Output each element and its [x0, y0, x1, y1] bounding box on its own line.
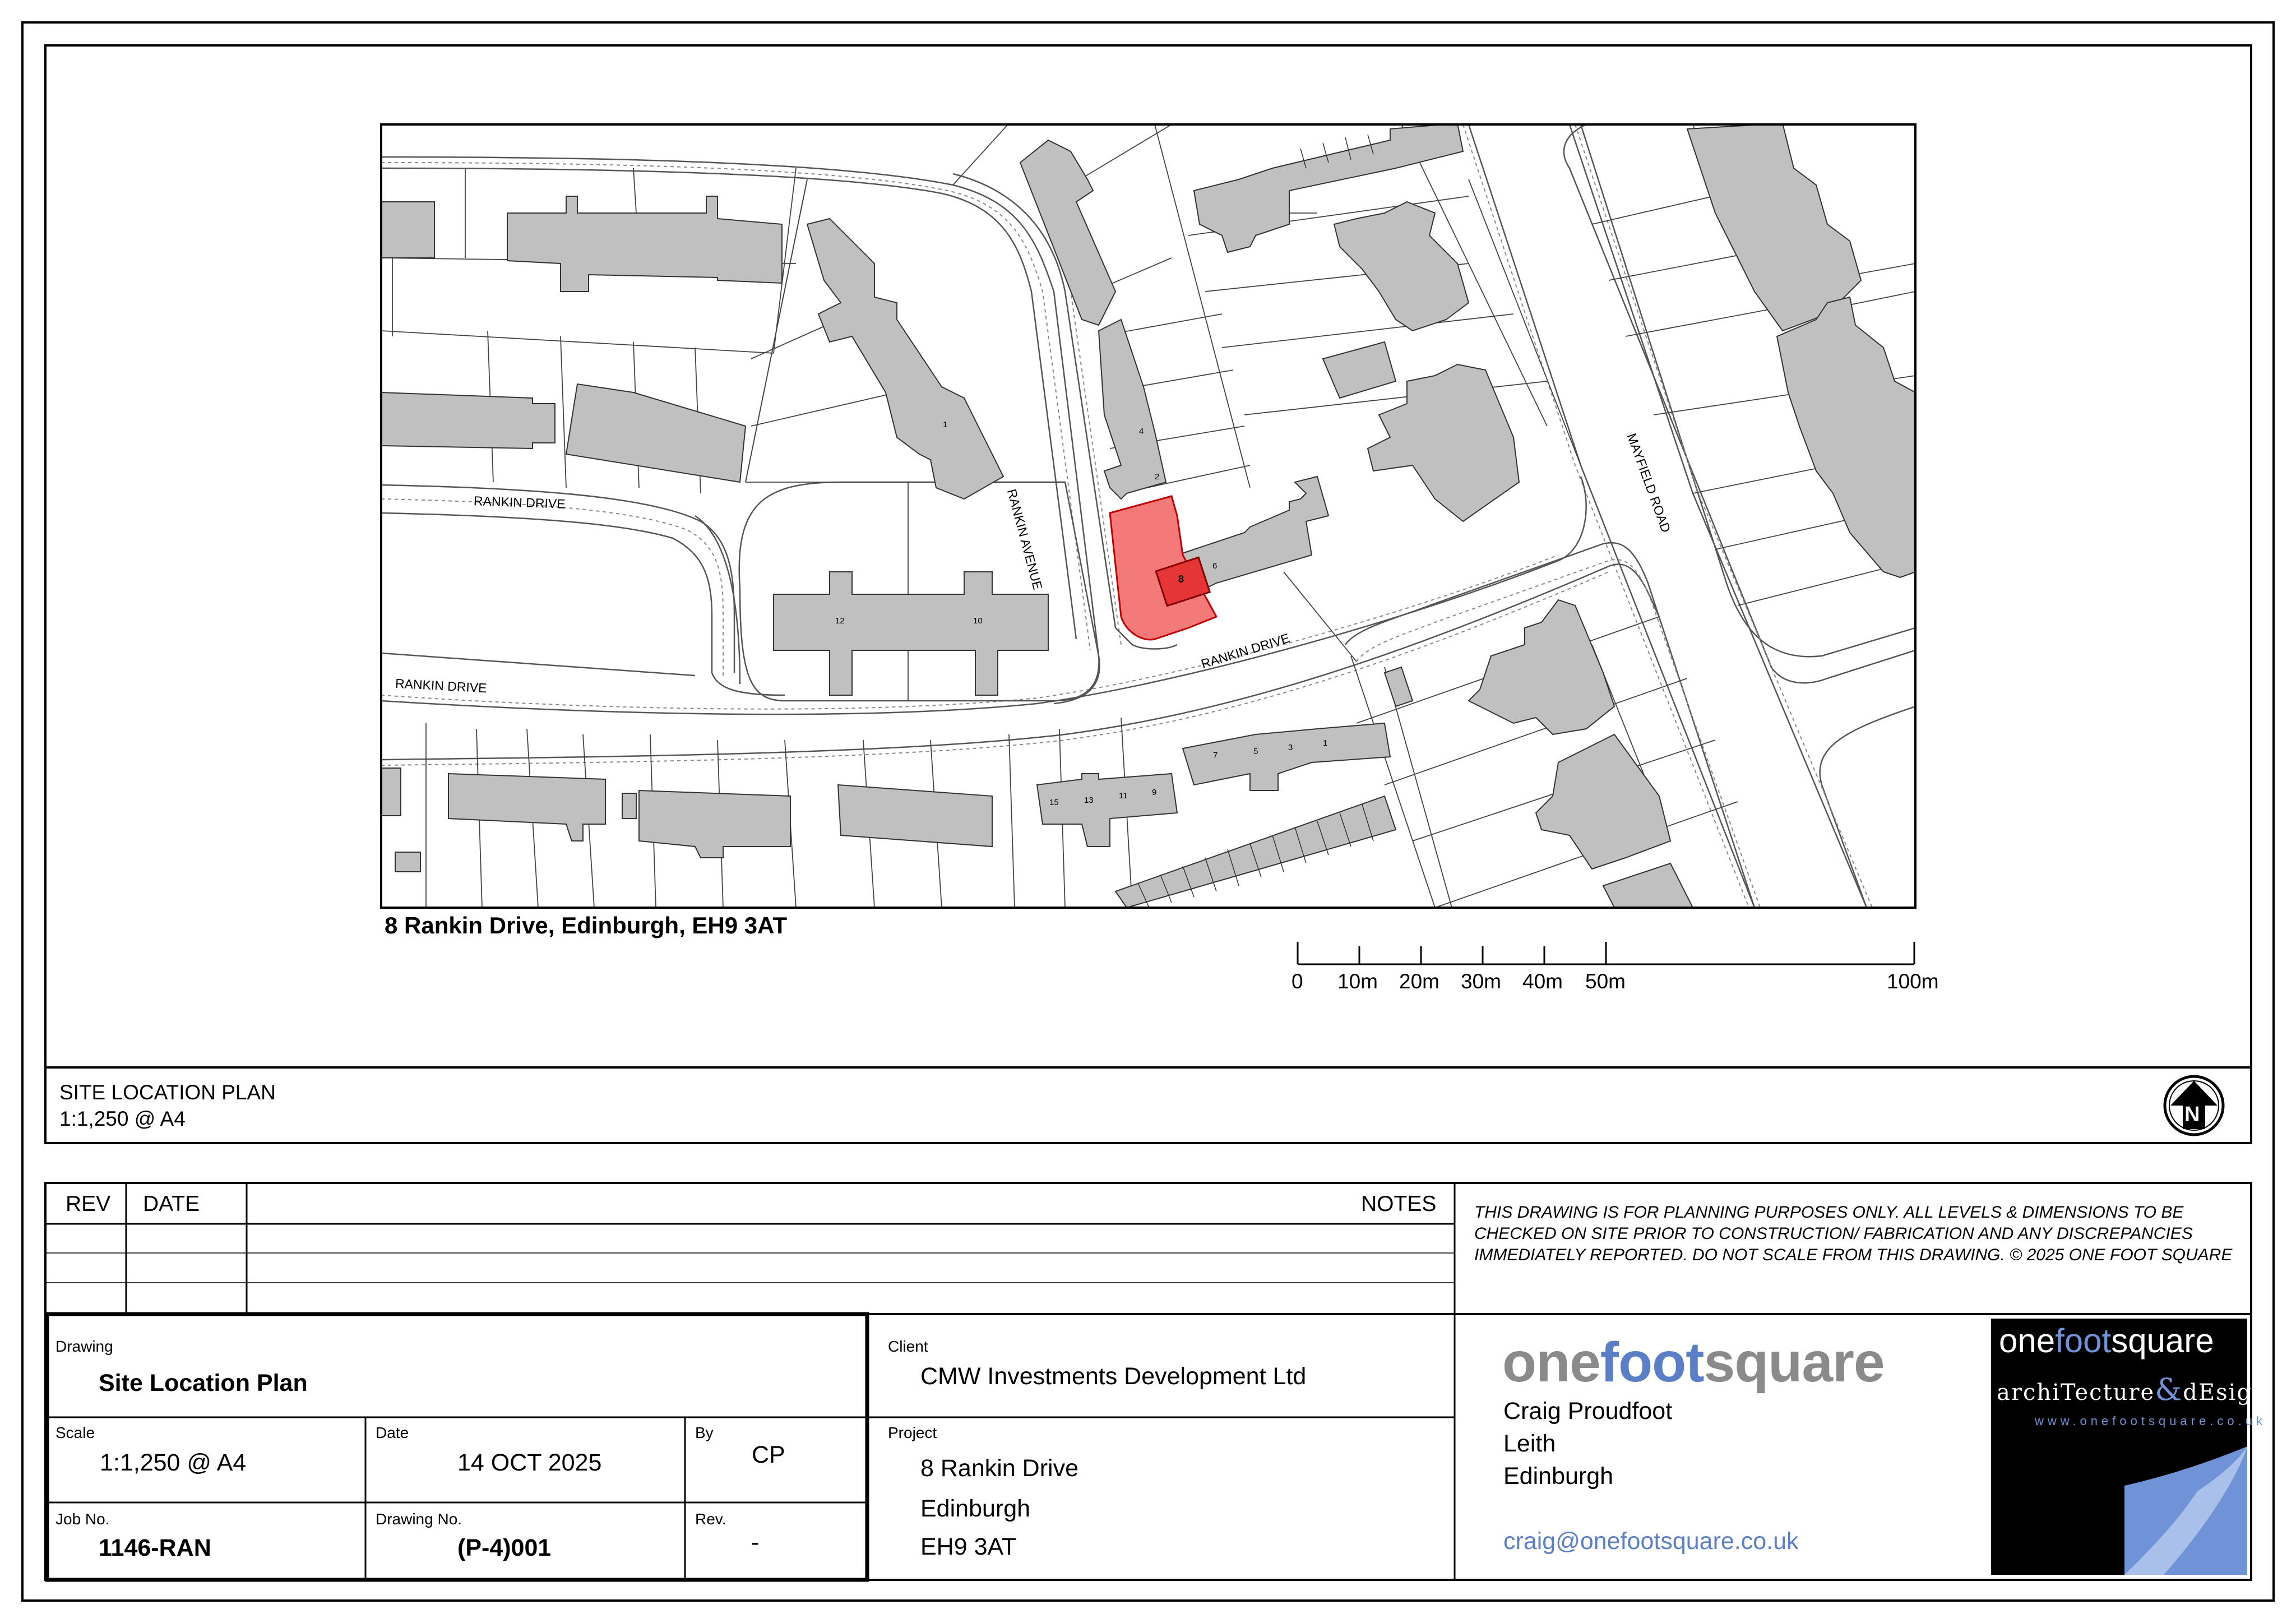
date-column-header: DATE	[143, 1192, 200, 1216]
badge-url: www.onefootsquare.co.uk	[2035, 1414, 2266, 1428]
site-house-number: 8	[1178, 574, 1184, 585]
project-line: EH9 3AT	[920, 1533, 1017, 1560]
north-arrow-letter: N	[2184, 1103, 2200, 1126]
house-number: 6	[1212, 561, 1218, 571]
house-number: 2	[1155, 472, 1160, 482]
badge-design: dEsign	[2183, 1380, 2268, 1405]
logo-part-one: one	[1502, 1331, 1601, 1394]
scale-label: 10m	[1337, 970, 1378, 993]
house-number: 5	[1253, 747, 1258, 756]
house-number: 13	[1084, 796, 1094, 805]
house-number: 3	[1288, 743, 1293, 752]
house-number: 1	[1323, 738, 1328, 748]
company-address-line: Leith	[1503, 1430, 1556, 1457]
project-line: Edinburgh	[920, 1495, 1031, 1522]
badge-foot: foot	[2055, 1322, 2112, 1360]
date-field-value: 14 OCT 2025	[457, 1449, 602, 1476]
client-value: CMW Investments Development Ltd	[920, 1363, 1307, 1390]
house-number: 12	[835, 616, 845, 626]
drawing-number-label: Drawing No.	[376, 1510, 462, 1528]
badge-line-2: archiTecture&dEsign	[1997, 1375, 2268, 1405]
plan-title: SITE LOCATION PLAN	[59, 1081, 276, 1104]
planning-disclaimer: THIS DRAWING IS FOR PLANNING PURPOSES ON…	[1474, 1203, 2233, 1264]
date-field-label: Date	[376, 1424, 409, 1441]
house-number: 7	[1213, 751, 1218, 760]
scale-label: 0	[1292, 970, 1303, 993]
house-number: 9	[1152, 788, 1157, 797]
project-line: 8 Rankin Drive	[920, 1455, 1078, 1482]
scale-field-label: Scale	[55, 1424, 95, 1441]
site-map	[380, 123, 1917, 909]
notes-column-header: NOTES	[1361, 1192, 1437, 1216]
badge-ampersand: &	[2155, 1372, 2183, 1407]
scale-label: 20m	[1399, 970, 1439, 993]
company-address-line: Edinburgh	[1503, 1463, 1614, 1490]
client-label: Client	[888, 1338, 928, 1355]
company-logo-text: onefootsquare	[1502, 1334, 1885, 1390]
by-field-value: CP	[752, 1441, 785, 1468]
revision-label: Rev.	[695, 1510, 726, 1528]
scale-field-value: 1:1,250 @ A4	[100, 1449, 247, 1476]
logo-part-foot: foot	[1600, 1331, 1705, 1394]
badge-one: one	[1999, 1322, 2056, 1360]
title-block-grid	[44, 1312, 2252, 1582]
badge-line-1: onefootsquare	[1999, 1324, 2214, 1358]
rev-column-header: REV	[66, 1192, 111, 1216]
company-email-link[interactable]: craig@onefootsquare.co.uk	[1503, 1529, 1799, 1553]
project-label: Project	[888, 1424, 937, 1441]
scale-label: 40m	[1522, 970, 1563, 993]
house-number: 10	[973, 616, 983, 626]
by-field-label: By	[695, 1424, 714, 1441]
job-number-value: 1146-RAN	[99, 1534, 211, 1561]
drawing-number-value: (P-4)001	[457, 1534, 552, 1561]
scale-label: 100m	[1887, 970, 1939, 993]
house-number: 4	[1139, 427, 1144, 436]
house-number: 1	[943, 420, 948, 429]
company-address-line: Craig Proudfoot	[1503, 1398, 1673, 1425]
logo-part-square: square	[1704, 1331, 1885, 1394]
revision-value: -	[751, 1529, 760, 1556]
scale-label: 50m	[1585, 970, 1626, 993]
house-number: 15	[1049, 798, 1059, 807]
scale-bar	[1297, 942, 1915, 965]
address-caption: 8 Rankin Drive, Edinburgh, EH9 3AT	[385, 912, 788, 938]
badge-square: square	[2111, 1322, 2214, 1360]
plan-scale: 1:1,250 @ A4	[59, 1107, 186, 1130]
house-number: 11	[1119, 791, 1128, 801]
scale-label: 30m	[1461, 970, 1501, 993]
job-number-label: Job No.	[55, 1510, 110, 1528]
badge-architecture: archiTecture	[1997, 1380, 2155, 1405]
drawing-title: Site Location Plan	[99, 1370, 308, 1397]
street-label-rankin-drive-west: RANKIN DRIVE	[473, 493, 566, 511]
drawing-label: Drawing	[55, 1338, 113, 1355]
plan-title-frame	[44, 1066, 2252, 1144]
